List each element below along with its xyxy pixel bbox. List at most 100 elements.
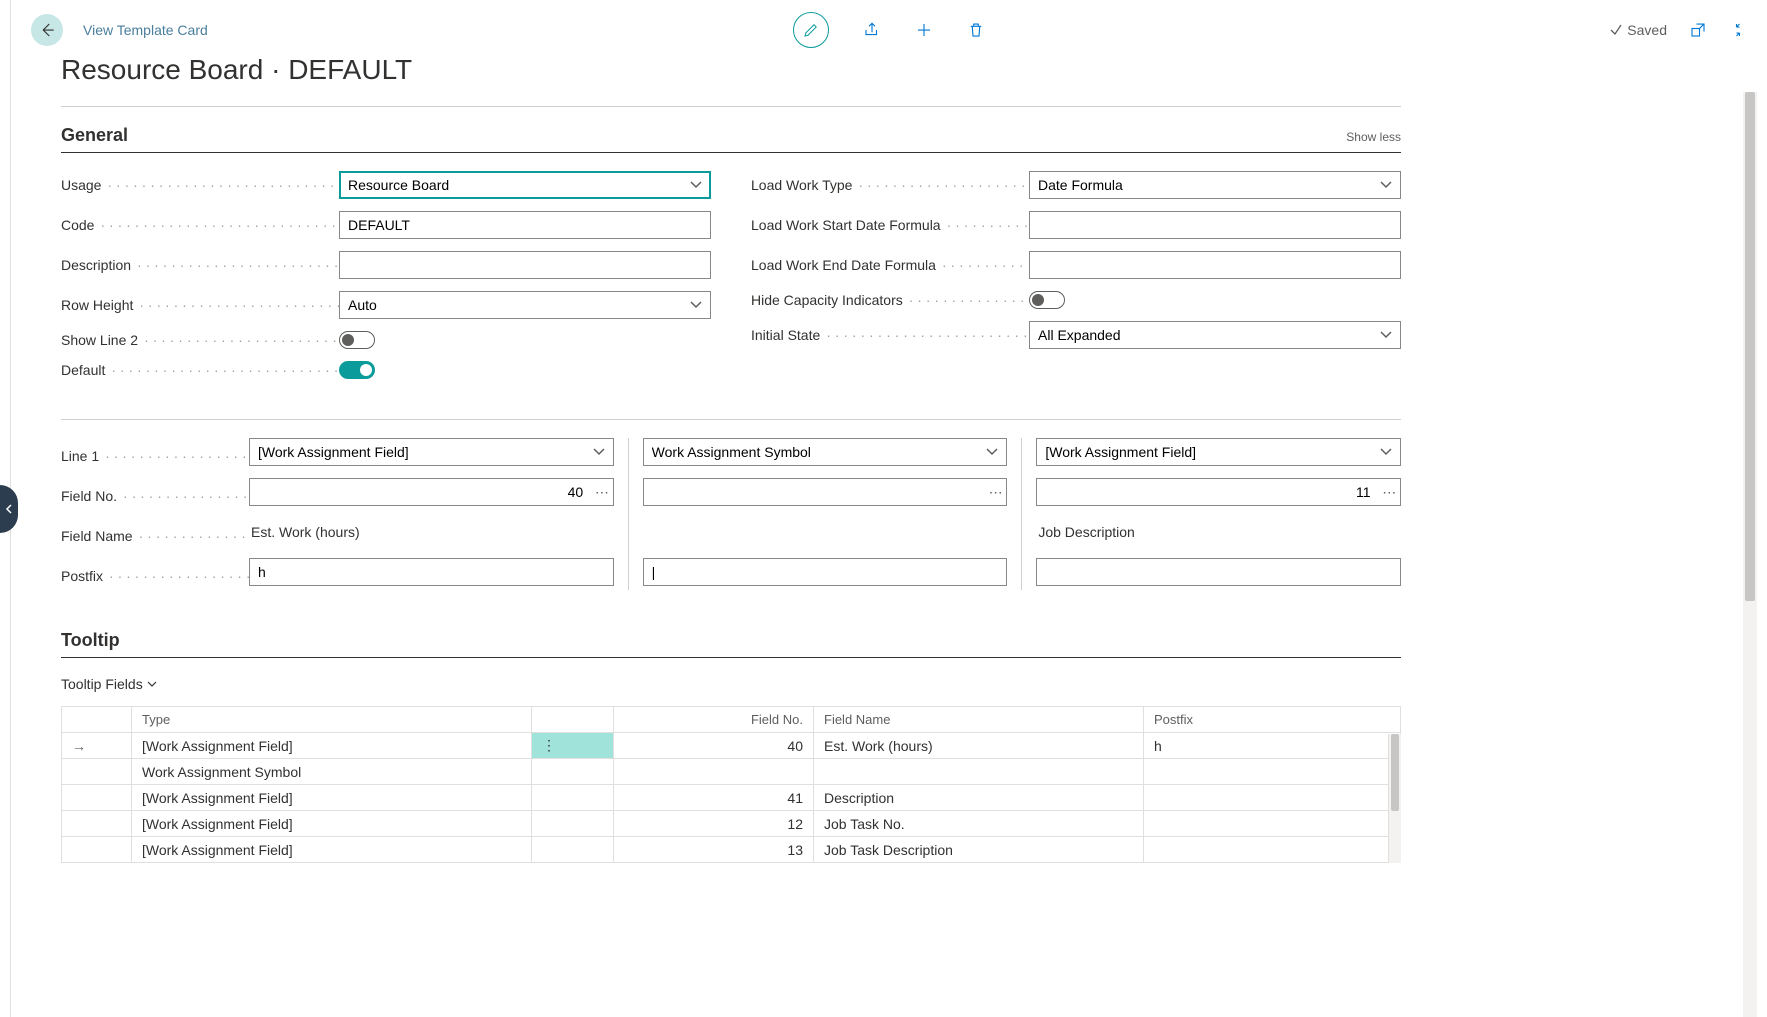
cell-field-no[interactable]: 13 (614, 837, 814, 863)
default-toggle[interactable] (339, 361, 375, 379)
line1-col1-fieldname: Est. Work (hours) (249, 518, 614, 546)
line1-col1-postfix[interactable] (249, 558, 614, 586)
cell-type[interactable]: [Work Assignment Field] (132, 837, 532, 863)
cell-postfix[interactable]: h (1144, 733, 1401, 759)
table-row[interactable]: [Work Assignment Field] 41Description (62, 785, 1401, 811)
cell-postfix[interactable] (1144, 811, 1401, 837)
table-scrollbar[interactable] (1388, 734, 1401, 863)
th-postfix[interactable]: Postfix (1144, 707, 1401, 733)
tooltip-fields-menu[interactable]: Tooltip Fields (61, 676, 1401, 692)
row-selector[interactable] (62, 837, 132, 863)
label-line1: Line 1 (61, 442, 249, 470)
trash-icon (967, 21, 985, 39)
row-selector[interactable] (62, 785, 132, 811)
row-height-select[interactable]: Auto (339, 291, 711, 319)
popout-button[interactable] (1689, 21, 1707, 39)
row-selector[interactable] (62, 759, 132, 785)
description-input[interactable] (339, 251, 711, 279)
label-load-work-type: Load Work Type (751, 177, 1029, 193)
cell-field-name[interactable]: Job Task Description (814, 837, 1144, 863)
cell-field-name[interactable]: Job Task No. (814, 811, 1144, 837)
cell-field-name[interactable]: Est. Work (hours) (814, 733, 1144, 759)
cell-more[interactable] (532, 811, 614, 837)
share-icon (863, 21, 881, 39)
hide-capacity-toggle[interactable] (1029, 291, 1065, 309)
load-end-input[interactable] (1029, 251, 1401, 279)
row-selector[interactable]: → (62, 733, 132, 759)
label-initial-state: Initial State (751, 327, 1029, 343)
label-row-height: Row Height (61, 297, 339, 313)
cell-postfix[interactable] (1144, 759, 1401, 785)
page-scrollbar[interactable] (1743, 92, 1757, 1017)
line1-col3-type[interactable]: [Work Assignment Field] (1036, 438, 1401, 466)
cell-field-no[interactable]: 41 (614, 785, 814, 811)
cell-more[interactable] (532, 759, 614, 785)
line1-col2-lookup[interactable]: ⋯ (985, 478, 1008, 506)
load-start-input[interactable] (1029, 211, 1401, 239)
cell-postfix[interactable] (1144, 837, 1401, 863)
tooltip-table: Type Field No. Field Name Postfix →[Work… (61, 706, 1401, 863)
table-row[interactable]: →[Work Assignment Field]⋮40Est. Work (ho… (62, 733, 1401, 759)
collapse-button[interactable] (1729, 21, 1747, 39)
cell-field-no[interactable] (614, 759, 814, 785)
th-type[interactable]: Type (132, 707, 532, 733)
initial-state-select[interactable]: All Expanded (1029, 321, 1401, 349)
line1-col2-postfix[interactable] (643, 558, 1008, 586)
show-less-link[interactable]: Show less (1346, 130, 1401, 144)
cell-type[interactable]: [Work Assignment Field] (132, 785, 532, 811)
line1-col2-type[interactable]: Work Assignment Symbol (643, 438, 1008, 466)
line1-col1-type[interactable]: [Work Assignment Field] (249, 438, 614, 466)
cell-field-no[interactable]: 12 (614, 811, 814, 837)
line1-col1-fieldno[interactable] (249, 478, 591, 506)
cell-field-name[interactable] (814, 759, 1144, 785)
label-postfix: Postfix (61, 562, 249, 590)
usage-select[interactable]: Resource Board (339, 171, 711, 199)
table-row[interactable]: [Work Assignment Field] 12Job Task No. (62, 811, 1401, 837)
cell-more[interactable] (532, 837, 614, 863)
label-hide-capacity: Hide Capacity Indicators (751, 292, 1029, 308)
code-input[interactable] (339, 211, 711, 239)
line1-col3-lookup[interactable]: ⋯ (1379, 478, 1402, 506)
pencil-icon (802, 21, 820, 39)
load-work-type-select[interactable]: Date Formula (1029, 171, 1401, 199)
new-button[interactable] (915, 21, 933, 39)
cell-type[interactable]: Work Assignment Symbol (132, 759, 532, 785)
share-button[interactable] (863, 21, 881, 39)
cell-field-no[interactable]: 40 (614, 733, 814, 759)
th-field-name[interactable]: Field Name (814, 707, 1144, 733)
line1-col3-fieldno[interactable] (1036, 478, 1378, 506)
label-code: Code (61, 217, 339, 233)
chevron-left-icon (4, 504, 14, 514)
line1-col1-lookup[interactable]: ⋯ (591, 478, 614, 506)
th-field-no[interactable]: Field No. (614, 707, 814, 733)
delete-button[interactable] (967, 21, 985, 39)
line1-col3-fieldname: Job Description (1036, 518, 1401, 546)
back-button[interactable] (31, 14, 63, 46)
line1-col2-fieldno[interactable] (643, 478, 985, 506)
label-description: Description (61, 257, 339, 273)
table-row[interactable]: Work Assignment Symbol (62, 759, 1401, 785)
collapse-icon (1729, 21, 1747, 39)
line1-col3-postfix[interactable] (1036, 558, 1401, 586)
line1-col2-fieldname (643, 518, 1008, 546)
breadcrumb[interactable]: View Template Card (83, 22, 208, 38)
label-usage: Usage (61, 177, 339, 193)
label-load-start: Load Work Start Date Formula (751, 217, 1029, 233)
cell-more[interactable]: ⋮ (532, 733, 614, 759)
page-title: Resource Board · DEFAULT (61, 54, 1401, 86)
table-row[interactable]: [Work Assignment Field] 13Job Task Descri… (62, 837, 1401, 863)
cell-postfix[interactable] (1144, 785, 1401, 811)
cell-field-name[interactable]: Description (814, 785, 1144, 811)
check-icon (1609, 23, 1623, 37)
plus-icon (915, 21, 933, 39)
cell-more[interactable] (532, 785, 614, 811)
cell-type[interactable]: [Work Assignment Field] (132, 811, 532, 837)
popout-icon (1689, 21, 1707, 39)
arrow-left-icon (38, 21, 56, 39)
cell-type[interactable]: [Work Assignment Field] (132, 733, 532, 759)
edit-button[interactable] (793, 12, 829, 48)
row-selector[interactable] (62, 811, 132, 837)
show-line2-toggle[interactable] (339, 331, 375, 349)
label-show-line2: Show Line 2 (61, 332, 339, 348)
section-title-tooltip: Tooltip (61, 630, 1401, 651)
